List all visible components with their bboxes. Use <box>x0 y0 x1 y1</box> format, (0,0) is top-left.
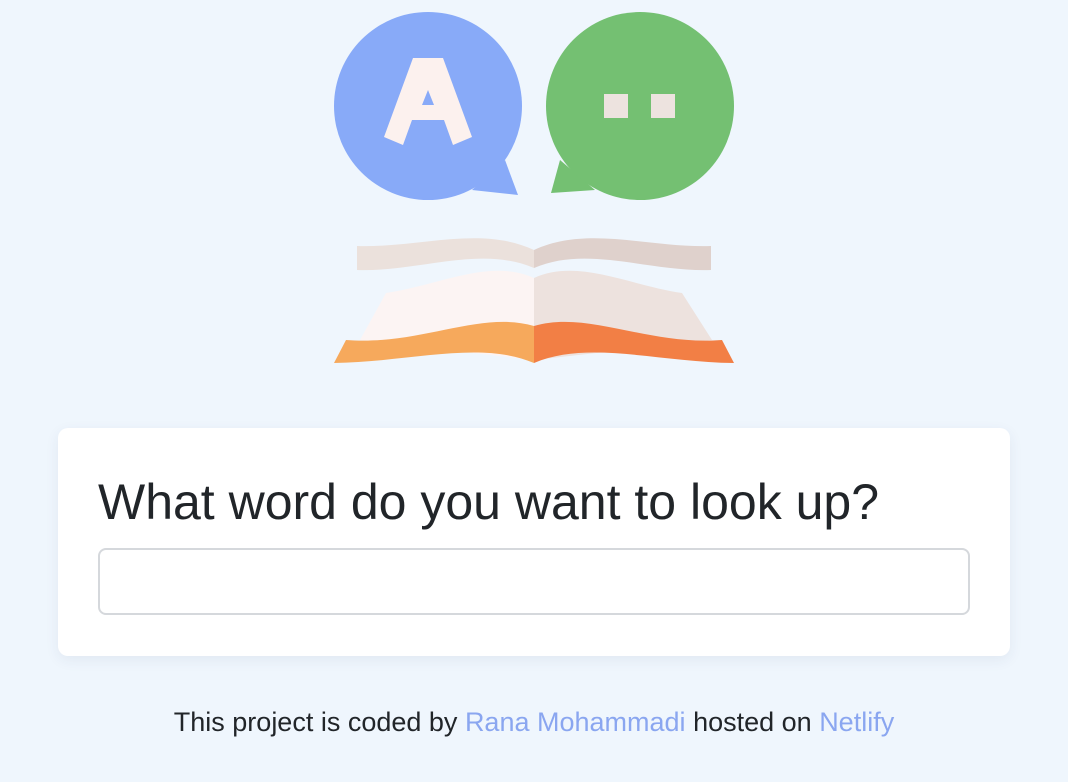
search-card: What word do you want to look up? <box>58 428 1010 656</box>
open-book-icon <box>334 238 734 363</box>
search-heading: What word do you want to look up? <box>98 474 880 530</box>
speech-bubble-dots-icon <box>546 12 734 200</box>
dictionary-logo-art: A <box>334 12 734 363</box>
dictionary-logo: A <box>330 10 740 370</box>
speech-bubble-a-icon: A <box>334 12 522 200</box>
search-input[interactable] <box>98 548 970 615</box>
footer-middle: hosted on <box>693 707 812 737</box>
netlify-link[interactable]: Netlify <box>819 707 894 737</box>
footer-prefix: This project is coded by <box>173 707 458 737</box>
author-link[interactable]: Rana Mohammadi <box>465 707 686 737</box>
footer: This project is coded by Rana Mohammadi … <box>0 704 1068 740</box>
